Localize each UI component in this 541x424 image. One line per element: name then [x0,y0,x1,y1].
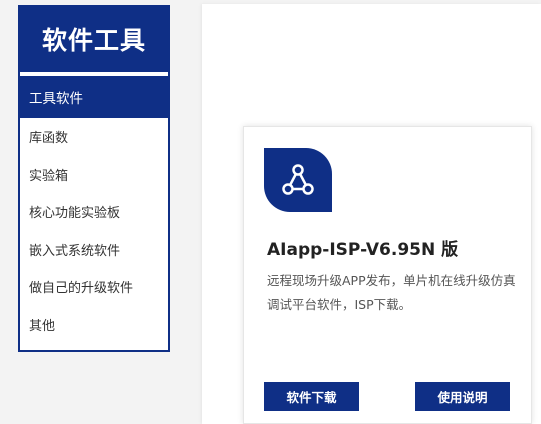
user-manual-button[interactable]: 使用说明 [415,382,510,411]
card-icon-tile [264,148,332,212]
sidebar: 软件工具 工具软件 库函数 实验箱 核心功能实验板 嵌入式系统软件 做自己的升级… [18,5,170,352]
sidebar-item-lab-box[interactable]: 实验箱 [20,156,168,194]
sidebar-title: 软件工具 [20,5,168,72]
sidebar-item-tool-software[interactable]: 工具软件 [20,76,168,118]
sidebar-item-other[interactable]: 其他 [20,306,168,344]
share-network-icon [282,164,314,195]
sidebar-item-library[interactable]: 库函数 [20,118,168,156]
sidebar-item-embedded-software[interactable]: 嵌入式系统软件 [20,231,168,269]
card-description: 远程现场升级APP发布，单片机在线升级仿真调试平台软件，ISP下载。 [267,273,516,312]
sidebar-item-core-board[interactable]: 核心功能实验板 [20,193,168,231]
card-title: AIapp-ISP-V6.95N 版 [267,240,459,260]
software-download-button[interactable]: 软件下载 [264,382,359,411]
sidebar-item-upgrade-software[interactable]: 做自己的升级软件 [20,268,168,306]
software-card: AIapp-ISP-V6.95N 版 远程现场升级APP发布，单片机在线升级仿真… [243,126,532,424]
